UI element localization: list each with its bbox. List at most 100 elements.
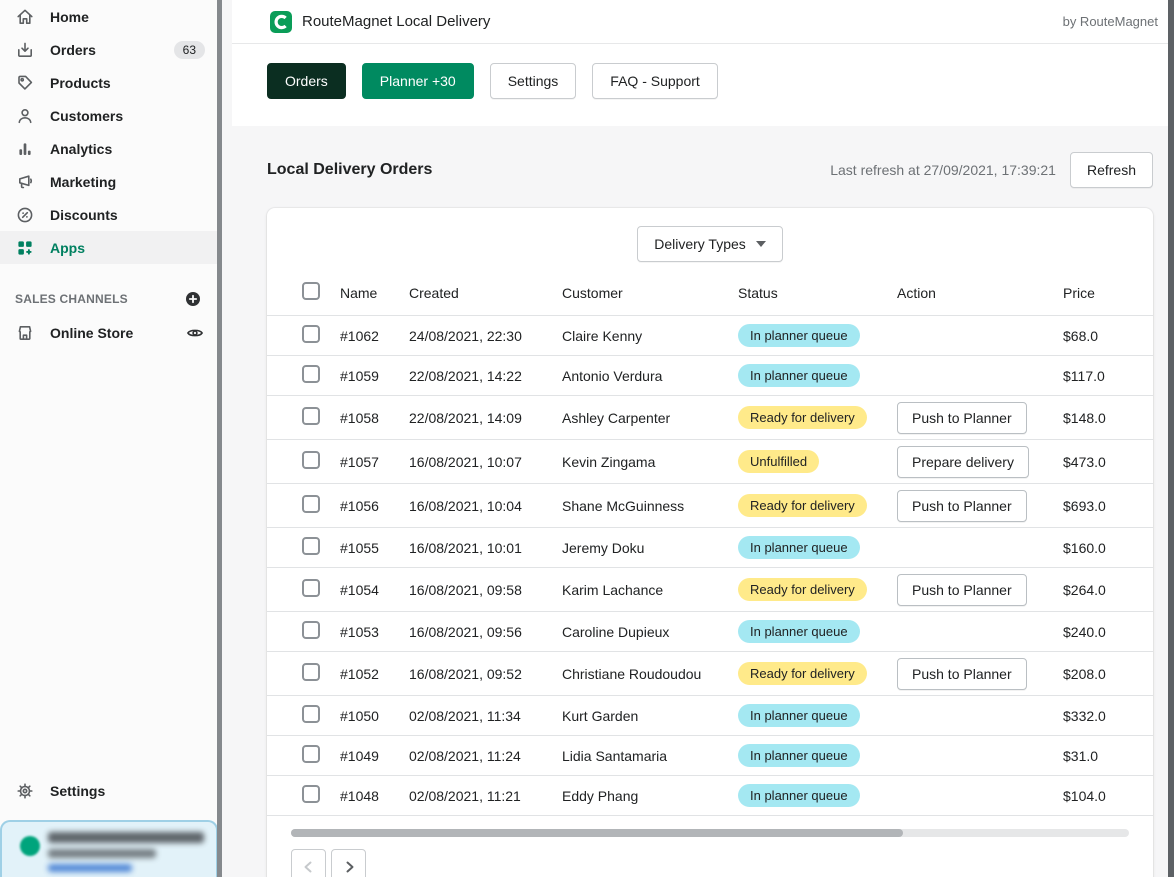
- row-checkbox[interactable]: [302, 745, 320, 763]
- column-header-action: Action: [897, 284, 936, 301]
- order-action-button[interactable]: Push to Planner: [897, 573, 1027, 606]
- tab-planner[interactable]: Planner +30: [361, 63, 474, 99]
- table-row: #1048 02/08/2021, 11:21 Eddy Phang In plann…: [267, 776, 1153, 816]
- row-checkbox[interactable]: [302, 325, 320, 343]
- order-created: 22/08/2021, 14:09: [409, 409, 522, 426]
- sidebar-item-marketing[interactable]: Marketing: [0, 165, 217, 198]
- sidebar-item-home[interactable]: Home: [0, 0, 217, 33]
- sidebar-item-apps[interactable]: Apps: [0, 231, 217, 264]
- order-price: $332.0: [1063, 707, 1106, 724]
- sidebar-item-analytics[interactable]: Analytics: [0, 132, 217, 165]
- scrollbar-handle[interactable]: [291, 829, 903, 837]
- main-content: RouteMagnet Local Delivery by RouteMagne…: [232, 0, 1168, 877]
- select-all-checkbox[interactable]: [302, 282, 320, 300]
- order-created: 16/08/2021, 09:56: [409, 623, 522, 640]
- blurred-text-line: [48, 849, 156, 858]
- order-created: 16/08/2021, 10:01: [409, 539, 522, 556]
- order-name: #1054: [340, 581, 379, 598]
- order-name: #1052: [340, 665, 379, 682]
- sidebar-item-label: Orders: [50, 41, 96, 58]
- order-price: $68.0: [1063, 327, 1099, 344]
- page-scrollbar[interactable]: [1168, 0, 1174, 877]
- table-row: #1053 16/08/2021, 09:56 Caroline Dupieux In…: [267, 612, 1153, 652]
- order-action-button[interactable]: Push to Planner: [897, 489, 1027, 522]
- app-title: RouteMagnet Local Delivery: [302, 13, 491, 30]
- status-badge: In planner queue: [738, 620, 860, 643]
- chevron-down-icon: [755, 241, 766, 247]
- order-price: $693.0: [1063, 497, 1106, 514]
- column-header-customer: Customer: [562, 284, 623, 301]
- sidebar-item-label: Products: [50, 74, 111, 91]
- row-checkbox[interactable]: [302, 365, 320, 383]
- order-action-button[interactable]: Push to Planner: [897, 657, 1027, 690]
- column-header-status: Status: [738, 284, 778, 301]
- table-horizontal-scrollbar[interactable]: [291, 829, 1129, 837]
- row-checkbox[interactable]: [302, 451, 320, 469]
- last-refresh-text: Last refresh at 27/09/2021, 17:39:21: [830, 162, 1056, 178]
- order-customer: Lidia Santamaria: [562, 747, 668, 764]
- apps-icon: [15, 238, 35, 258]
- order-created: 02/08/2021, 11:24: [409, 747, 521, 764]
- row-checkbox[interactable]: [302, 537, 320, 555]
- tab-orders[interactable]: Orders: [267, 63, 346, 99]
- table-row: #1050 02/08/2021, 11:34 Kurt Garden In plan…: [267, 696, 1153, 736]
- sidebar-scrollbar[interactable]: [217, 0, 222, 877]
- pagination-next-button[interactable]: [331, 849, 366, 877]
- notification-banner[interactable]: [0, 820, 218, 877]
- delivery-types-dropdown[interactable]: Delivery Types: [637, 226, 783, 262]
- sidebar: Home Orders 63 Products Customers Analytics Ma…: [0, 0, 218, 877]
- sidebar-item-customers[interactable]: Customers: [0, 99, 217, 132]
- order-price: $148.0: [1063, 409, 1106, 426]
- app-tabbar: Orders Planner +30 Settings FAQ - Suppor…: [232, 44, 1168, 126]
- order-created: 16/08/2021, 09:58: [409, 581, 522, 598]
- order-action-button[interactable]: Prepare delivery: [897, 445, 1029, 478]
- pagination-prev-button[interactable]: [291, 849, 326, 877]
- discounts-icon: [15, 205, 35, 225]
- sidebar-item-orders[interactable]: Orders 63: [0, 33, 217, 66]
- sidebar-item-discounts[interactable]: Discounts: [0, 198, 217, 231]
- table-row: #1058 22/08/2021, 14:09 Ashley Carpenter Re…: [267, 396, 1153, 440]
- order-customer: Antonio Verdura: [562, 367, 663, 384]
- order-created: 16/08/2021, 10:04: [409, 497, 522, 514]
- delivery-types-label: Delivery Types: [654, 236, 746, 252]
- row-checkbox[interactable]: [302, 579, 320, 597]
- analytics-icon: [15, 139, 35, 159]
- sidebar-item-online-store[interactable]: Online Store: [0, 316, 217, 349]
- row-checkbox[interactable]: [302, 705, 320, 723]
- order-created: 24/08/2021, 22:30: [409, 327, 522, 344]
- sidebar-item-settings[interactable]: Settings: [0, 774, 217, 807]
- blurred-link-line: [48, 864, 132, 872]
- status-badge: In planner queue: [738, 364, 860, 387]
- refresh-button[interactable]: Refresh: [1069, 152, 1153, 188]
- tab-faq-support[interactable]: FAQ - Support: [592, 63, 718, 99]
- order-name: #1058: [340, 409, 379, 426]
- blurred-text-line: [48, 832, 204, 843]
- row-checkbox[interactable]: [302, 663, 320, 681]
- tab-settings[interactable]: Settings: [489, 63, 577, 99]
- row-checkbox[interactable]: [302, 621, 320, 639]
- order-action-button[interactable]: Push to Planner: [897, 401, 1027, 434]
- table-row: #1057 16/08/2021, 10:07 Kevin Zingama Unful…: [267, 440, 1153, 484]
- order-created: 22/08/2021, 14:22: [409, 367, 522, 384]
- row-checkbox[interactable]: [302, 785, 320, 803]
- orders-icon: [15, 40, 35, 60]
- order-customer: Kevin Zingama: [562, 453, 656, 470]
- status-badge: In planner queue: [738, 744, 860, 767]
- sidebar-item-products[interactable]: Products: [0, 66, 217, 99]
- status-badge: Unfulfilled: [738, 450, 820, 473]
- order-created: 16/08/2021, 10:07: [409, 453, 522, 470]
- gear-icon: [15, 781, 35, 801]
- order-price: $240.0: [1063, 623, 1106, 640]
- order-name: #1050: [340, 707, 379, 724]
- order-name: #1059: [340, 367, 379, 384]
- order-price: $31.0: [1063, 747, 1099, 764]
- eye-icon[interactable]: [185, 323, 205, 343]
- sidebar-item-label: Marketing: [50, 173, 117, 190]
- routemagnet-logo-icon: [270, 10, 292, 33]
- orders-table: Name Created Customer Status Action Pric…: [267, 270, 1153, 816]
- add-channel-icon[interactable]: [183, 289, 203, 309]
- row-checkbox[interactable]: [302, 407, 320, 425]
- orders-count-badge: 63: [173, 40, 205, 59]
- status-badge: In planner queue: [738, 784, 860, 807]
- row-checkbox[interactable]: [302, 495, 320, 513]
